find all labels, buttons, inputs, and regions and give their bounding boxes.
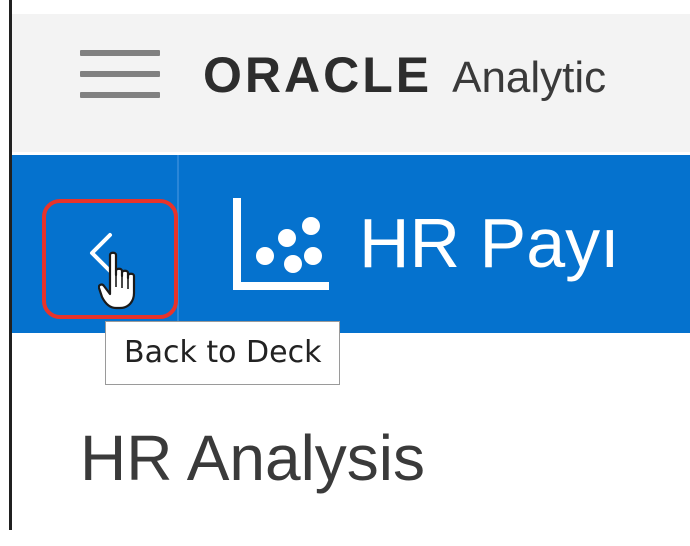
menu-line [80, 92, 160, 98]
hand-pointer-cursor-icon [98, 251, 136, 310]
brand-name: ORACLE [203, 47, 433, 103]
product-name: Analytic [452, 53, 607, 102]
page-title: HR Analysis [80, 422, 425, 494]
hamburger-menu-icon[interactable] [80, 50, 160, 100]
back-to-deck-tooltip: Back to Deck [105, 321, 341, 385]
menu-line [80, 50, 160, 56]
brand-logo[interactable]: ORACLE Analytic [203, 46, 606, 104]
project-title: HR Payı [359, 204, 620, 282]
project-toolbar: HR Payı [12, 155, 690, 333]
visualization-icon [233, 198, 329, 290]
menu-line [80, 71, 160, 77]
back-to-deck-button[interactable] [42, 199, 178, 319]
